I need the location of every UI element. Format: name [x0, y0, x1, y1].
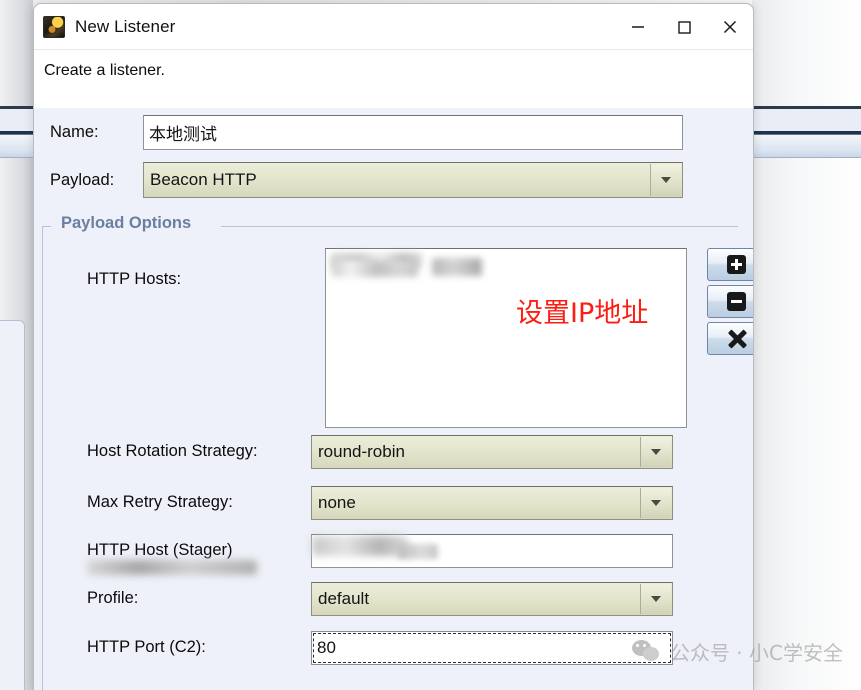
plus-icon [727, 255, 746, 274]
background-subwindow [0, 320, 25, 690]
host-rotation-label: Host Rotation Strategy: [87, 442, 258, 460]
background-panel-right [752, 0, 861, 690]
close-x-icon [727, 329, 747, 349]
redacted-label-overlay [87, 560, 257, 575]
redacted-host-text [432, 258, 482, 276]
http-port-input[interactable]: 80 [311, 630, 673, 665]
annotation-set-ip-address: 设置IP地址 [516, 298, 649, 329]
dialog-titlebar[interactable]: New Listener [34, 4, 753, 49]
chevron-down-icon[interactable] [640, 583, 671, 614]
minus-icon [727, 292, 746, 311]
name-label: Name: [50, 122, 99, 141]
http-host-stager-row: HTTP Host (Stager) [57, 531, 727, 575]
payload-label: Payload: [50, 170, 115, 189]
http-port-row: HTTP Port (C2): 80 [57, 628, 727, 667]
add-host-button[interactable] [707, 248, 753, 281]
maximize-button[interactable] [661, 4, 707, 49]
background-table-header-left [0, 106, 33, 158]
payload-options-group: Payload Options HTTP Hosts: 设置IP地址 Host … [42, 214, 753, 690]
minimize-icon [632, 25, 644, 28]
http-hosts-row: HTTP Hosts: 设置IP地址 [57, 248, 753, 430]
new-listener-dialog: New Listener Create a listener. Name: 本地… [33, 3, 754, 690]
profile-row: Profile: default [57, 579, 727, 618]
dialog-form: Name: 本地测试 Payload: Beacon HTTP Payload … [34, 108, 753, 690]
redacted-host-text [332, 261, 418, 277]
payload-select-value: Beacon HTTP [150, 170, 257, 189]
chevron-down-icon[interactable] [640, 436, 671, 467]
http-host-stager-label-wrap: HTTP Host (Stager) [57, 541, 311, 575]
chevron-down-icon[interactable] [640, 487, 671, 518]
http-hosts-label: HTTP Hosts: [87, 270, 182, 288]
window-controls [615, 4, 753, 49]
profile-label: Profile: [87, 589, 139, 607]
host-rotation-value: round-robin [318, 441, 405, 461]
dialog-description: Create a listener. [44, 62, 165, 79]
host-rotation-select[interactable]: round-robin [311, 434, 673, 469]
http-hosts-list[interactable]: 设置IP地址 [325, 248, 687, 428]
remove-host-button[interactable] [707, 285, 753, 318]
payload-row: Payload: Beacon HTTP [42, 156, 745, 204]
chevron-down-icon[interactable] [650, 164, 681, 196]
redacted-host-text [312, 535, 408, 556]
profile-value: default [318, 588, 370, 608]
dialog-title: New Listener [75, 16, 176, 36]
http-host-stager-label: HTTP Host (Stager) [87, 541, 233, 559]
minimize-button[interactable] [615, 4, 661, 49]
max-retry-row: Max Retry Strategy: none [57, 483, 727, 522]
background-table-header-right [752, 106, 861, 158]
host-rotation-row: Host Rotation Strategy: round-robin [57, 432, 727, 471]
name-row: Name: 本地测试 [42, 108, 745, 156]
close-button[interactable] [707, 4, 753, 49]
redacted-host-text [398, 543, 438, 559]
profile-select[interactable]: default [311, 581, 673, 616]
http-port-label: HTTP Port (C2): [87, 638, 206, 656]
screen: New Listener Create a listener. Name: 本地… [0, 0, 861, 690]
payload-options-body: HTTP Hosts: 设置IP地址 Host Rotation Strateg… [43, 226, 753, 690]
http-hosts-buttons [707, 248, 753, 359]
description-band: Create a listener. [34, 49, 753, 108]
max-retry-select[interactable]: none [311, 485, 673, 520]
maximize-icon [678, 20, 691, 34]
app-icon [43, 15, 65, 38]
max-retry-value: none [318, 492, 356, 512]
max-retry-label: Max Retry Strategy: [87, 493, 233, 511]
http-host-stager-input[interactable] [311, 533, 673, 568]
name-input[interactable]: 本地测试 [143, 114, 683, 150]
clear-hosts-button[interactable] [707, 322, 753, 355]
payload-select[interactable]: Beacon HTTP [143, 162, 683, 198]
close-icon [723, 20, 737, 33]
